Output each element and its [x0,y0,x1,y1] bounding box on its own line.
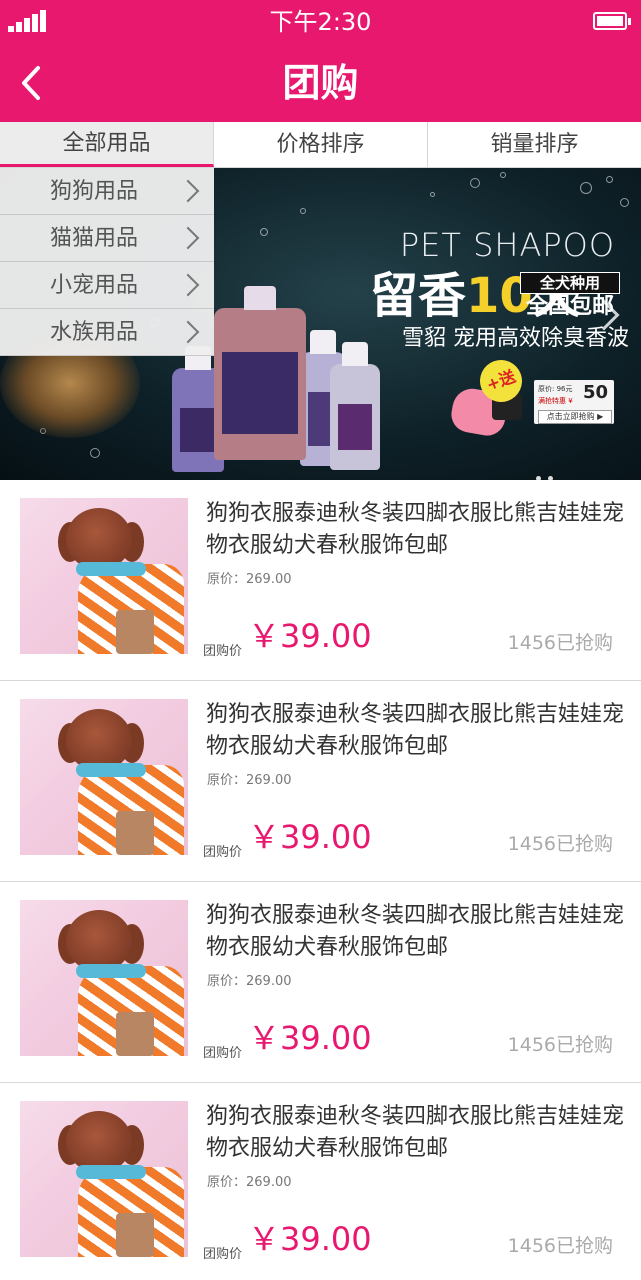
group-price: ￥39.00 [248,1220,372,1258]
group-price-label: 团购价 [203,1247,243,1262]
category-item-label: 水族用品 [50,320,139,345]
product-image [20,498,188,654]
product-title: 狗狗衣服泰迪秋冬装四脚衣服比熊吉娃娃宠物衣服幼犬春秋服饰包邮 [206,903,625,960]
status-bar: 下午2:30 [0,0,641,44]
shampoo-bottle-image [214,286,306,460]
category-item-small-pet[interactable]: 小宠用品 [0,262,214,309]
page-title: 团购 [282,61,359,105]
product-title: 狗狗衣服泰迪秋冬装四脚衣服比熊吉娃娃宠物衣服幼犬春秋服饰包邮 [206,1104,625,1161]
product-item[interactable]: 狗狗衣服泰迪秋冬装四脚衣服比熊吉娃娃宠物衣服幼犬春秋服饰包邮 原价：269.00… [0,1083,641,1280]
chevron-right-icon [176,320,200,344]
product-item[interactable]: 狗狗衣服泰迪秋冬装四脚衣服比熊吉娃娃宠物衣服幼犬春秋服饰包邮 原价：269.00… [0,480,641,681]
group-price: ￥39.00 [248,617,372,655]
banner-title-en: PET SHAPOO [399,226,615,264]
sold-count: 1456已抢购 [507,833,613,855]
group-price-label: 团购价 [203,845,243,860]
group-price-label: 团购价 [203,644,243,659]
sold-count: 1456已抢购 [507,632,613,654]
product-title: 狗狗衣服泰迪秋冬装四脚衣服比熊吉娃娃宠物衣服幼犬春秋服饰包邮 [206,702,625,759]
category-item-aquarium[interactable]: 水族用品 [0,309,214,356]
category-item-cat[interactable]: 猫猫用品 [0,215,214,262]
carousel-dots [536,466,560,480]
category-item-dog[interactable]: 狗狗用品 [0,168,214,215]
group-price: ￥39.00 [248,818,372,856]
category-item-label: 狗狗用品 [50,179,139,204]
original-price: 原价：269.00 [207,1175,292,1190]
product-title: 狗狗衣服泰迪秋冬装四脚衣服比熊吉娃娃宠物衣服幼犬春秋服饰包邮 [206,501,625,558]
original-price: 原价：269.00 [207,773,292,788]
product-list: 狗狗衣服泰迪秋冬装四脚衣服比熊吉娃娃宠物衣服幼犬春秋服饰包邮 原价：269.00… [0,480,641,1280]
tab-sales-sort[interactable]: 销量排序 [428,122,641,167]
status-time: 下午2:30 [269,8,372,36]
tab-price-sort[interactable]: 价格排序 [214,122,428,167]
tab-all-products[interactable]: 全部用品 [0,122,214,167]
sold-count: 1456已抢购 [507,1034,613,1056]
buy-now-button[interactable]: 点击立即抢购 ▶ [538,410,612,424]
product-image [20,699,188,855]
product-image [20,900,188,1056]
original-price: 原价：269.00 [207,974,292,989]
product-item[interactable]: 狗狗衣服泰迪秋冬装四脚衣服比熊吉娃娃宠物衣服幼犬春秋服饰包邮 原价：269.00… [0,882,641,1083]
chevron-right-icon [176,179,200,203]
header-bar: 团购 [0,44,641,122]
group-price: ￥39.00 [248,1019,372,1057]
product-item[interactable]: 狗狗衣服泰迪秋冬装四脚衣服比熊吉娃娃宠物衣服幼犬春秋服饰包邮 原价：269.00… [0,681,641,882]
chevron-right-icon [176,273,200,297]
battery-icon [593,12,631,30]
group-price-label: 团购价 [203,1046,243,1061]
product-image [20,1101,188,1257]
category-menu: 狗狗用品 猫猫用品 小宠用品 水族用品 [0,168,214,356]
category-item-label: 猫猫用品 [50,226,139,251]
chevron-right-icon [176,226,200,250]
category-item-label: 小宠用品 [50,273,139,298]
shampoo-bottle-image [330,342,380,470]
filter-tabs: 全部用品 价格排序 销量排序 [0,122,641,168]
sold-count: 1456已抢购 [507,1235,613,1257]
original-price: 原价：269.00 [207,572,292,587]
banner-subtitle: 雪貂 宠用高效除臭香波 [402,326,629,351]
